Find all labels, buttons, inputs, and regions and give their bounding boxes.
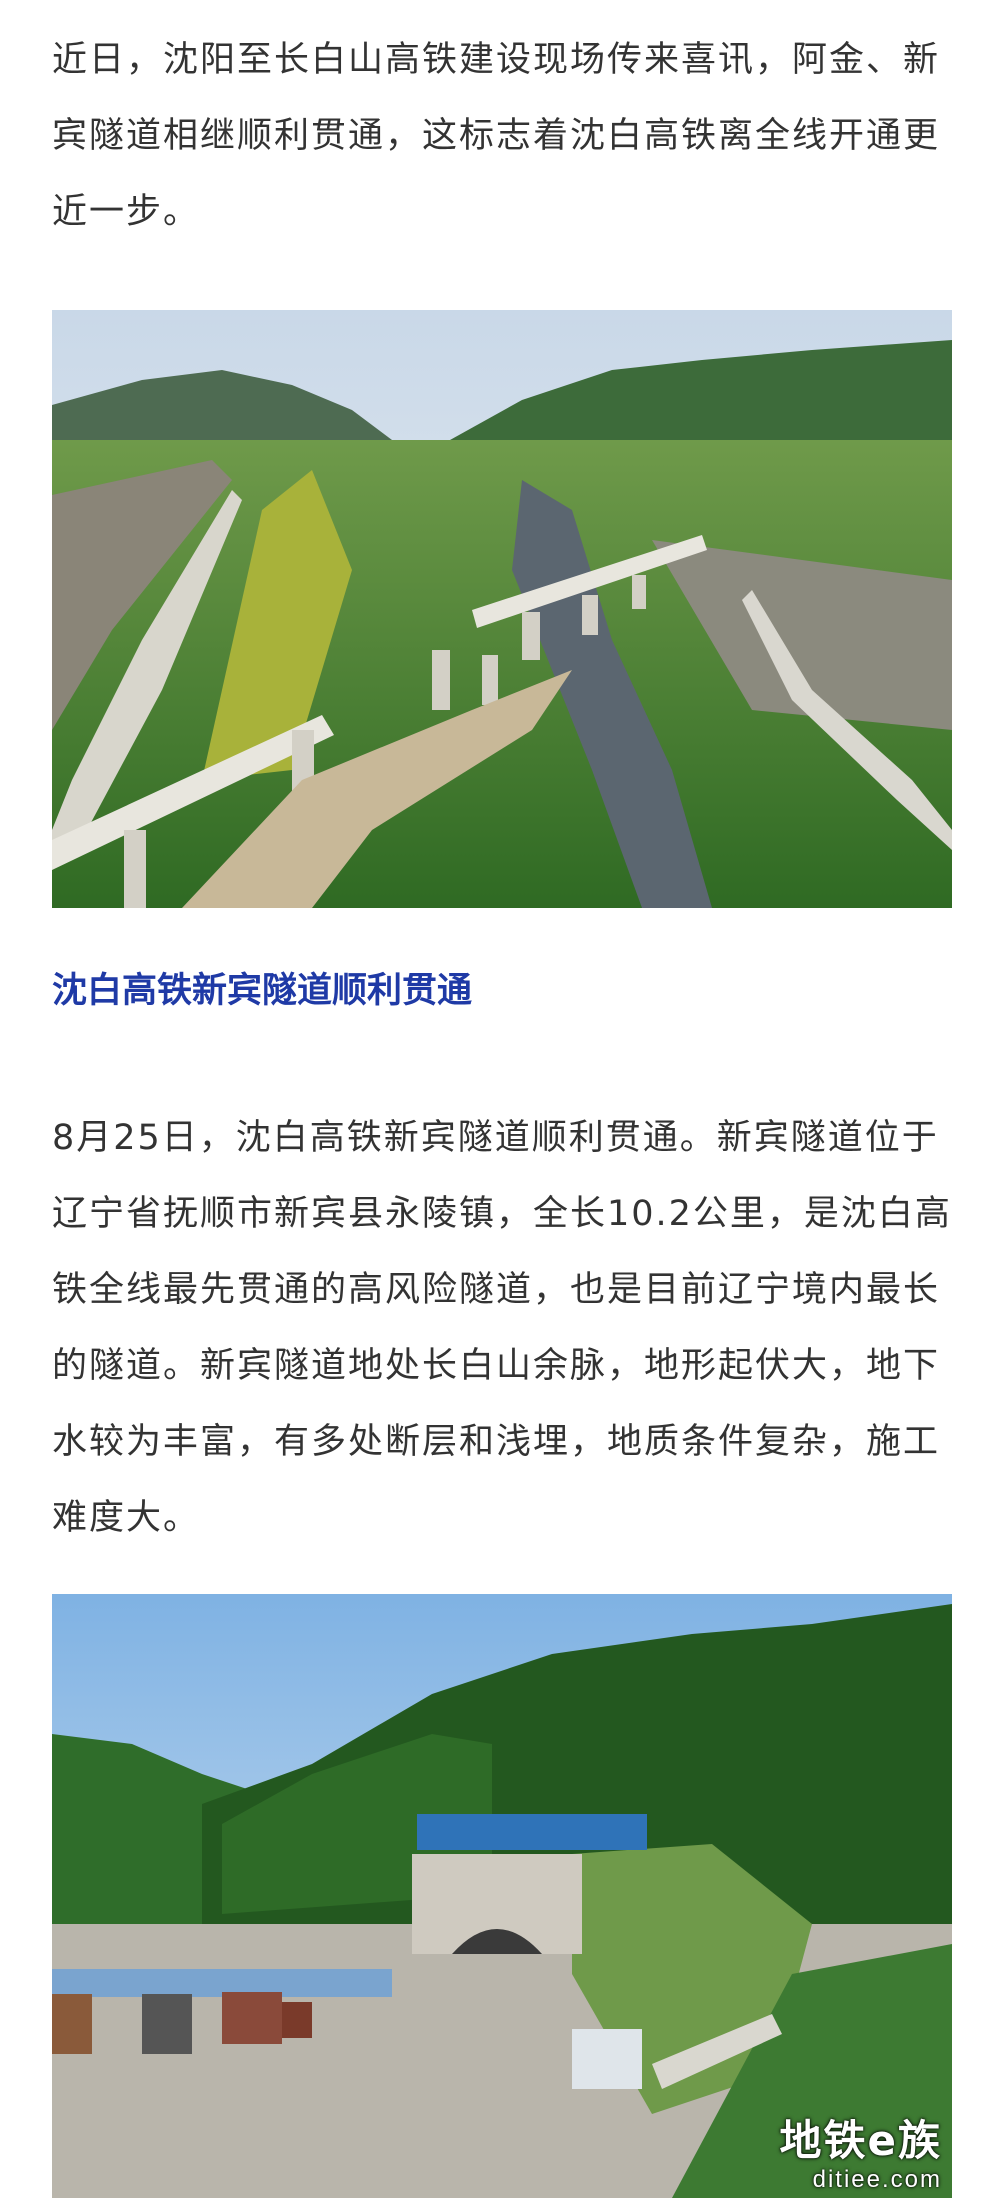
site-watermark: 地铁e族 ditiee.com [780, 2116, 943, 2194]
viaduct-aerial-photo [52, 310, 952, 908]
section-heading: 沈白高铁新宾隧道顺利贯通 [52, 971, 473, 1011]
watermark-domain: ditiee.com [812, 2166, 942, 2193]
tunnel-portal-photo: 地铁e族 ditiee.com [52, 1594, 952, 2198]
body-paragraph: 8月25日，沈白高铁新宾隧道顺利贯通。新宾隧道位于辽宁省抚顺市新宾县永陵镇，全长… [52, 1118, 952, 1538]
watermark-logo-text: 地铁e族 [779, 2116, 942, 2165]
intro-paragraph: 近日，沈阳至长白山高铁建设现场传来喜讯，阿金、新宾隧道相继顺利贯通，这标志着沈白… [52, 40, 941, 232]
